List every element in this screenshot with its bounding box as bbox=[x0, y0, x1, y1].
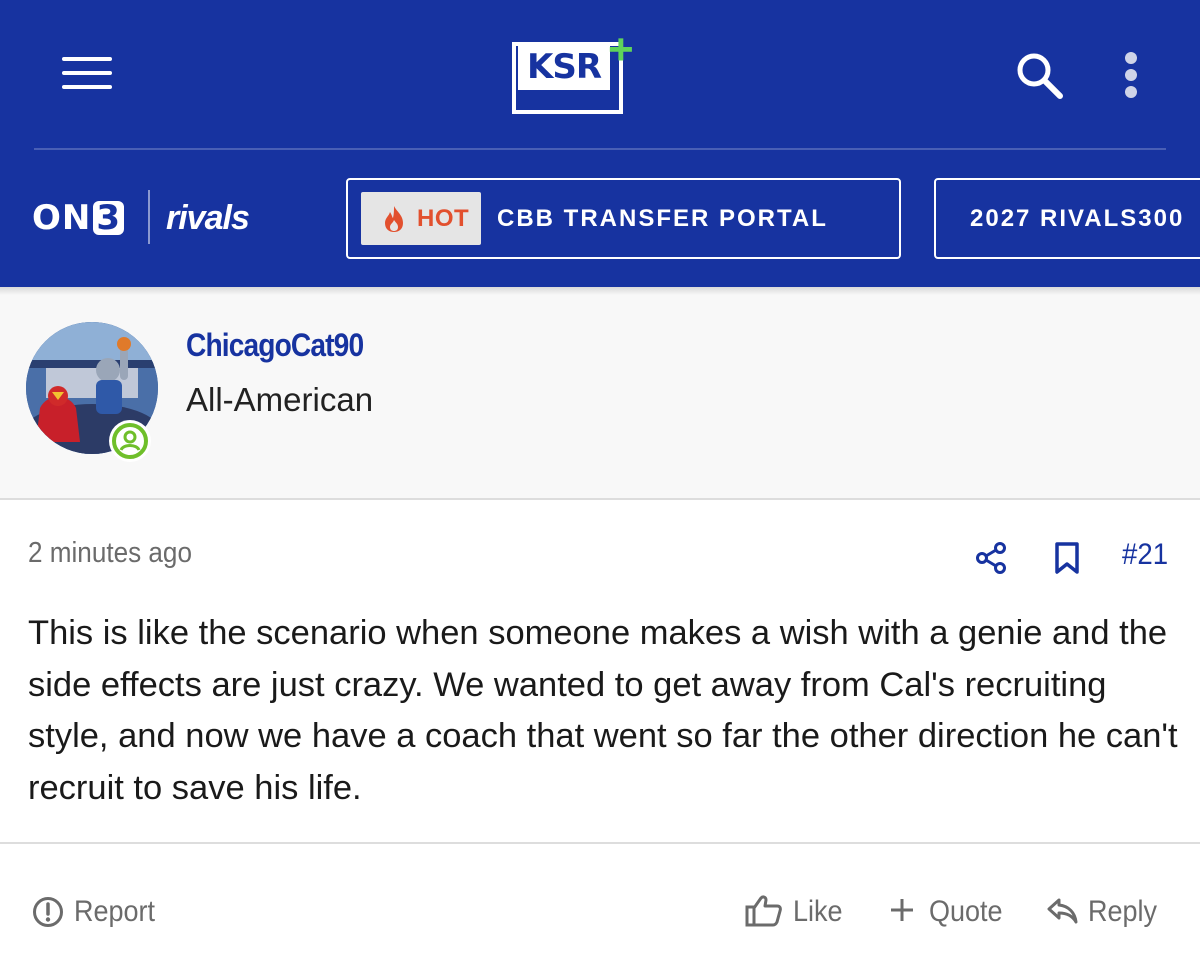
ksr-plus-logo[interactable]: KSR + bbox=[512, 28, 637, 116]
reply-label: Reply bbox=[1088, 895, 1158, 928]
on3-logo-text: ON bbox=[32, 198, 92, 238]
logo-text: KSR bbox=[518, 44, 610, 90]
menu-icon[interactable] bbox=[62, 57, 112, 93]
thumbs-up-icon bbox=[745, 895, 782, 927]
plus-icon bbox=[891, 899, 913, 921]
user-card: ChicagoCat90 All-American bbox=[0, 287, 1200, 500]
reply-button[interactable]: Reply bbox=[1046, 890, 1166, 934]
bookmark-icon[interactable] bbox=[1054, 541, 1080, 575]
post-body: This is like the scenario when someone m… bbox=[28, 614, 1178, 807]
more-vert-icon[interactable] bbox=[1120, 50, 1144, 100]
reply-arrow-icon bbox=[1047, 898, 1078, 924]
online-status-icon bbox=[109, 420, 151, 462]
brand-separator bbox=[148, 190, 150, 244]
nav-pill-transfer-portal[interactable]: HOT CBB TRANSFER PORTAL bbox=[346, 178, 901, 259]
search-icon[interactable] bbox=[1014, 50, 1068, 100]
report-button[interactable]: Report bbox=[32, 890, 172, 934]
logo-plus: + bbox=[608, 25, 634, 74]
quote-button[interactable]: Quote bbox=[888, 890, 1018, 934]
user-title: All-American bbox=[186, 381, 374, 418]
post-number-link[interactable]: #21 bbox=[1122, 538, 1168, 572]
like-button[interactable]: Like bbox=[745, 890, 855, 934]
hot-badge: HOT bbox=[361, 192, 481, 245]
hot-badge-label: HOT bbox=[417, 205, 470, 232]
quote-label: Quote bbox=[929, 895, 1003, 928]
flame-icon bbox=[385, 206, 403, 232]
like-label: Like bbox=[793, 895, 843, 928]
header-divider bbox=[34, 148, 1166, 150]
rivals-logo[interactable]: rivals bbox=[166, 198, 250, 238]
nav-pill-label: 2027 RIVALS300 bbox=[970, 205, 1185, 232]
nav-pill-rivals300[interactable]: 2027 RIVALS300 bbox=[934, 178, 1200, 259]
on3-logo[interactable]: ON 3 bbox=[32, 196, 125, 240]
report-label: Report bbox=[74, 895, 156, 928]
on3-logo-number: 3 bbox=[93, 201, 125, 235]
top-header: KSR + ON 3 rivals HOT CBB TRANSFER PORTAL… bbox=[0, 0, 1200, 287]
post-timestamp[interactable]: 2 minutes ago bbox=[28, 537, 192, 570]
share-icon[interactable] bbox=[974, 541, 1008, 575]
nav-pill-label: CBB TRANSFER PORTAL bbox=[497, 205, 828, 232]
username-link[interactable]: ChicagoCat90 bbox=[186, 327, 364, 364]
alert-circle-icon bbox=[33, 897, 63, 927]
post-divider bbox=[0, 842, 1200, 844]
